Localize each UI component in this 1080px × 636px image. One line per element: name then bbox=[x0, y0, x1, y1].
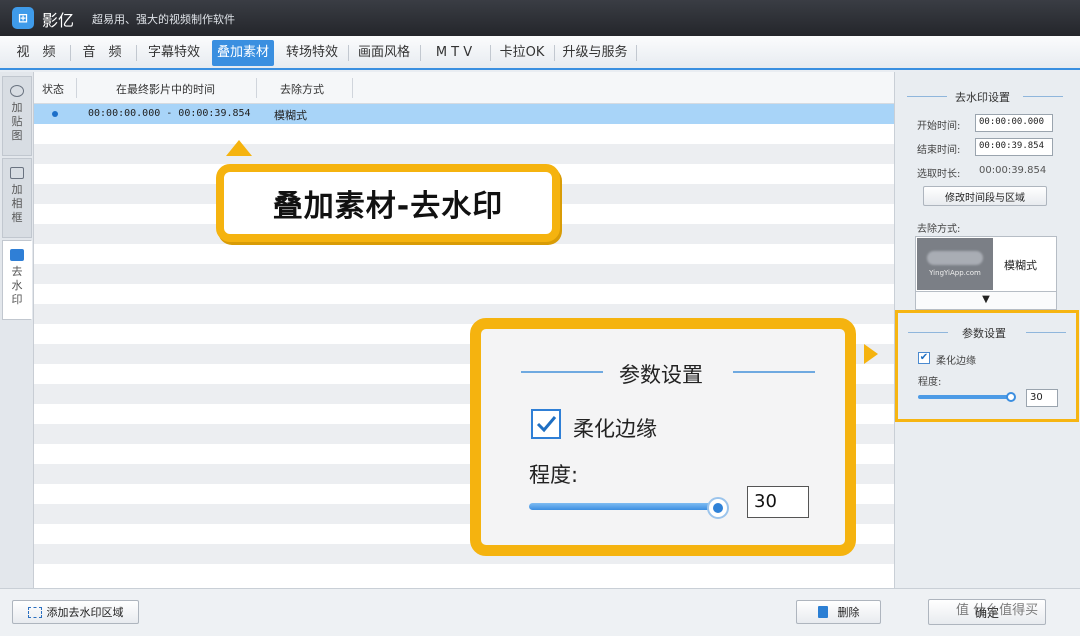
section-line bbox=[1026, 332, 1066, 333]
callout-slider-track bbox=[529, 503, 719, 510]
column-divider bbox=[352, 78, 353, 98]
watermark-settings-panel: 去水印设置 开始时间: 00:00:00.000 结束时间: 00:00:39.… bbox=[894, 72, 1080, 588]
tab-audio[interactable]: 音 频 bbox=[76, 40, 128, 66]
tab-upgrade-service[interactable]: 升级与服务 bbox=[558, 40, 632, 66]
start-time-input[interactable]: 00:00:00.000 bbox=[975, 114, 1053, 132]
main-menu: 视 频 音 频 字幕特效 叠加素材 转场特效 画面风格 M T V 卡拉OK 升… bbox=[0, 36, 1080, 70]
removal-mode-selector[interactable]: YingYiApp.com 模糊式 bbox=[915, 236, 1057, 292]
thumbnail-caption: YingYiApp.com bbox=[929, 269, 981, 277]
empty-row bbox=[34, 264, 894, 284]
menu-divider bbox=[554, 45, 555, 61]
app-logo-icon: ⊞ bbox=[12, 7, 34, 29]
callout-degree-label: 程度: bbox=[529, 463, 579, 487]
add-region-icon bbox=[27, 606, 42, 618]
sidetab-label: 加相框 bbox=[11, 183, 23, 224]
empty-row bbox=[34, 144, 894, 164]
sidetab-add-frame[interactable]: 加相框 bbox=[2, 158, 32, 238]
status-dot-icon bbox=[52, 111, 58, 117]
sticker-icon bbox=[10, 85, 24, 97]
callout-line bbox=[521, 371, 603, 373]
column-removal-mode[interactable]: 去除方式 bbox=[280, 81, 324, 97]
add-region-label: 添加去水印区域 bbox=[46, 606, 124, 619]
section-line bbox=[908, 332, 948, 333]
menu-divider bbox=[70, 45, 71, 61]
site-watermark: 值 什么值得买 bbox=[956, 603, 1039, 618]
app-name: 影亿 bbox=[42, 11, 75, 30]
chevron-down-icon[interactable]: ▼ bbox=[915, 292, 1057, 310]
app-tagline: 超易用、强大的视频制作软件 bbox=[92, 13, 235, 26]
empty-row bbox=[34, 124, 894, 144]
degree-slider-handle[interactable] bbox=[1006, 392, 1016, 402]
column-status[interactable]: 状态 bbox=[42, 81, 64, 97]
delete-button[interactable]: 删除 bbox=[796, 600, 881, 624]
tab-transition-effects[interactable]: 转场特效 bbox=[280, 40, 344, 66]
soften-edge-label: 柔化边缘 bbox=[936, 356, 976, 367]
column-divider bbox=[76, 78, 77, 98]
sidetab-add-sticker[interactable]: 加贴图 bbox=[2, 76, 32, 156]
column-time[interactable]: 在最终影片中的时间 bbox=[116, 81, 215, 97]
side-tabs: 加贴图 加相框 去水印 bbox=[0, 72, 34, 588]
empty-row bbox=[34, 564, 894, 584]
sidetab-remove-watermark[interactable]: 去水印 bbox=[2, 240, 32, 320]
section-title: 去水印设置 bbox=[955, 91, 1010, 104]
removal-mode-label: 去除方式: bbox=[917, 224, 961, 235]
callout-line bbox=[733, 371, 815, 373]
callout-param-title: 参数设置 bbox=[619, 363, 703, 387]
menu-divider bbox=[420, 45, 421, 61]
delete-label: 删除 bbox=[837, 606, 860, 619]
start-time-label: 开始时间: bbox=[917, 121, 961, 132]
callout-degree-value: 30 bbox=[747, 486, 809, 518]
blur-preview-thumbnail: YingYiApp.com bbox=[917, 238, 993, 290]
tab-mtv[interactable]: M T V bbox=[424, 40, 484, 66]
end-time-input[interactable]: 00:00:39.854 bbox=[975, 138, 1053, 156]
sidetab-label: 去水印 bbox=[11, 265, 23, 306]
watermark-icon bbox=[10, 249, 24, 261]
param-zoom-callout: 参数设置 柔化边缘 程度: 30 bbox=[470, 318, 856, 556]
menu-divider bbox=[136, 45, 137, 61]
empty-row bbox=[34, 284, 894, 304]
sidetab-label: 加贴图 bbox=[11, 101, 23, 142]
soften-edge-checkbox[interactable]: ✔ bbox=[918, 352, 930, 364]
row-time: 00:00:00.000 - 00:00:39.854 bbox=[88, 108, 251, 119]
section-line bbox=[907, 96, 947, 97]
row-mode: 模糊式 bbox=[274, 109, 307, 122]
section-line bbox=[1023, 96, 1063, 97]
tab-karaoke[interactable]: 卡拉OK bbox=[494, 40, 550, 66]
menu-divider bbox=[490, 45, 491, 61]
degree-slider-track[interactable] bbox=[918, 395, 1012, 399]
degree-input[interactable]: 30 bbox=[1026, 389, 1058, 407]
table-row[interactable]: 00:00:00.000 - 00:00:39.854 模糊式 bbox=[34, 104, 894, 124]
duration-value: 00:00:39.854 bbox=[979, 165, 1047, 176]
trash-icon bbox=[817, 606, 828, 618]
callout-slider-handle bbox=[707, 497, 729, 519]
table-header: 状态 在最终影片中的时间 去除方式 bbox=[34, 72, 894, 104]
menu-divider bbox=[348, 45, 349, 61]
feature-callout-text: 叠加素材-去水印 bbox=[272, 189, 504, 224]
title-bar: ⊞ 影亿 超易用、强大的视频制作软件 bbox=[0, 0, 1080, 36]
callout-pointer-icon bbox=[864, 344, 878, 364]
duration-label: 选取时长: bbox=[917, 169, 961, 180]
callout-checkbox-icon bbox=[531, 409, 561, 439]
tab-picture-style[interactable]: 画面风格 bbox=[352, 40, 416, 66]
tab-subtitle-effects[interactable]: 字幕特效 bbox=[142, 40, 206, 66]
bottom-bar: 添加去水印区域 删除 确定 bbox=[0, 588, 1080, 636]
tab-overlay-materials[interactable]: 叠加素材 bbox=[212, 40, 274, 66]
tab-video[interactable]: 视 频 bbox=[10, 40, 62, 66]
column-divider bbox=[256, 78, 257, 98]
end-time-label: 结束时间: bbox=[917, 145, 961, 156]
frame-icon bbox=[10, 167, 24, 179]
callout-soften-label: 柔化边缘 bbox=[573, 417, 657, 441]
modify-time-region-button[interactable]: 修改时间段与区域 bbox=[923, 186, 1047, 206]
feature-callout: 叠加素材-去水印 bbox=[216, 164, 560, 242]
empty-row bbox=[34, 244, 894, 264]
callout-pointer-icon bbox=[226, 140, 252, 156]
add-watermark-region-button[interactable]: 添加去水印区域 bbox=[12, 600, 139, 624]
param-section-title: 参数设置 bbox=[962, 327, 1006, 340]
param-settings-highlight: 参数设置 ✔ 柔化边缘 程度: 30 bbox=[895, 310, 1079, 422]
degree-label: 程度: bbox=[918, 377, 942, 388]
removal-mode-value: 模糊式 bbox=[1004, 259, 1037, 272]
blur-preview-icon bbox=[927, 251, 983, 265]
menu-divider bbox=[636, 45, 637, 61]
